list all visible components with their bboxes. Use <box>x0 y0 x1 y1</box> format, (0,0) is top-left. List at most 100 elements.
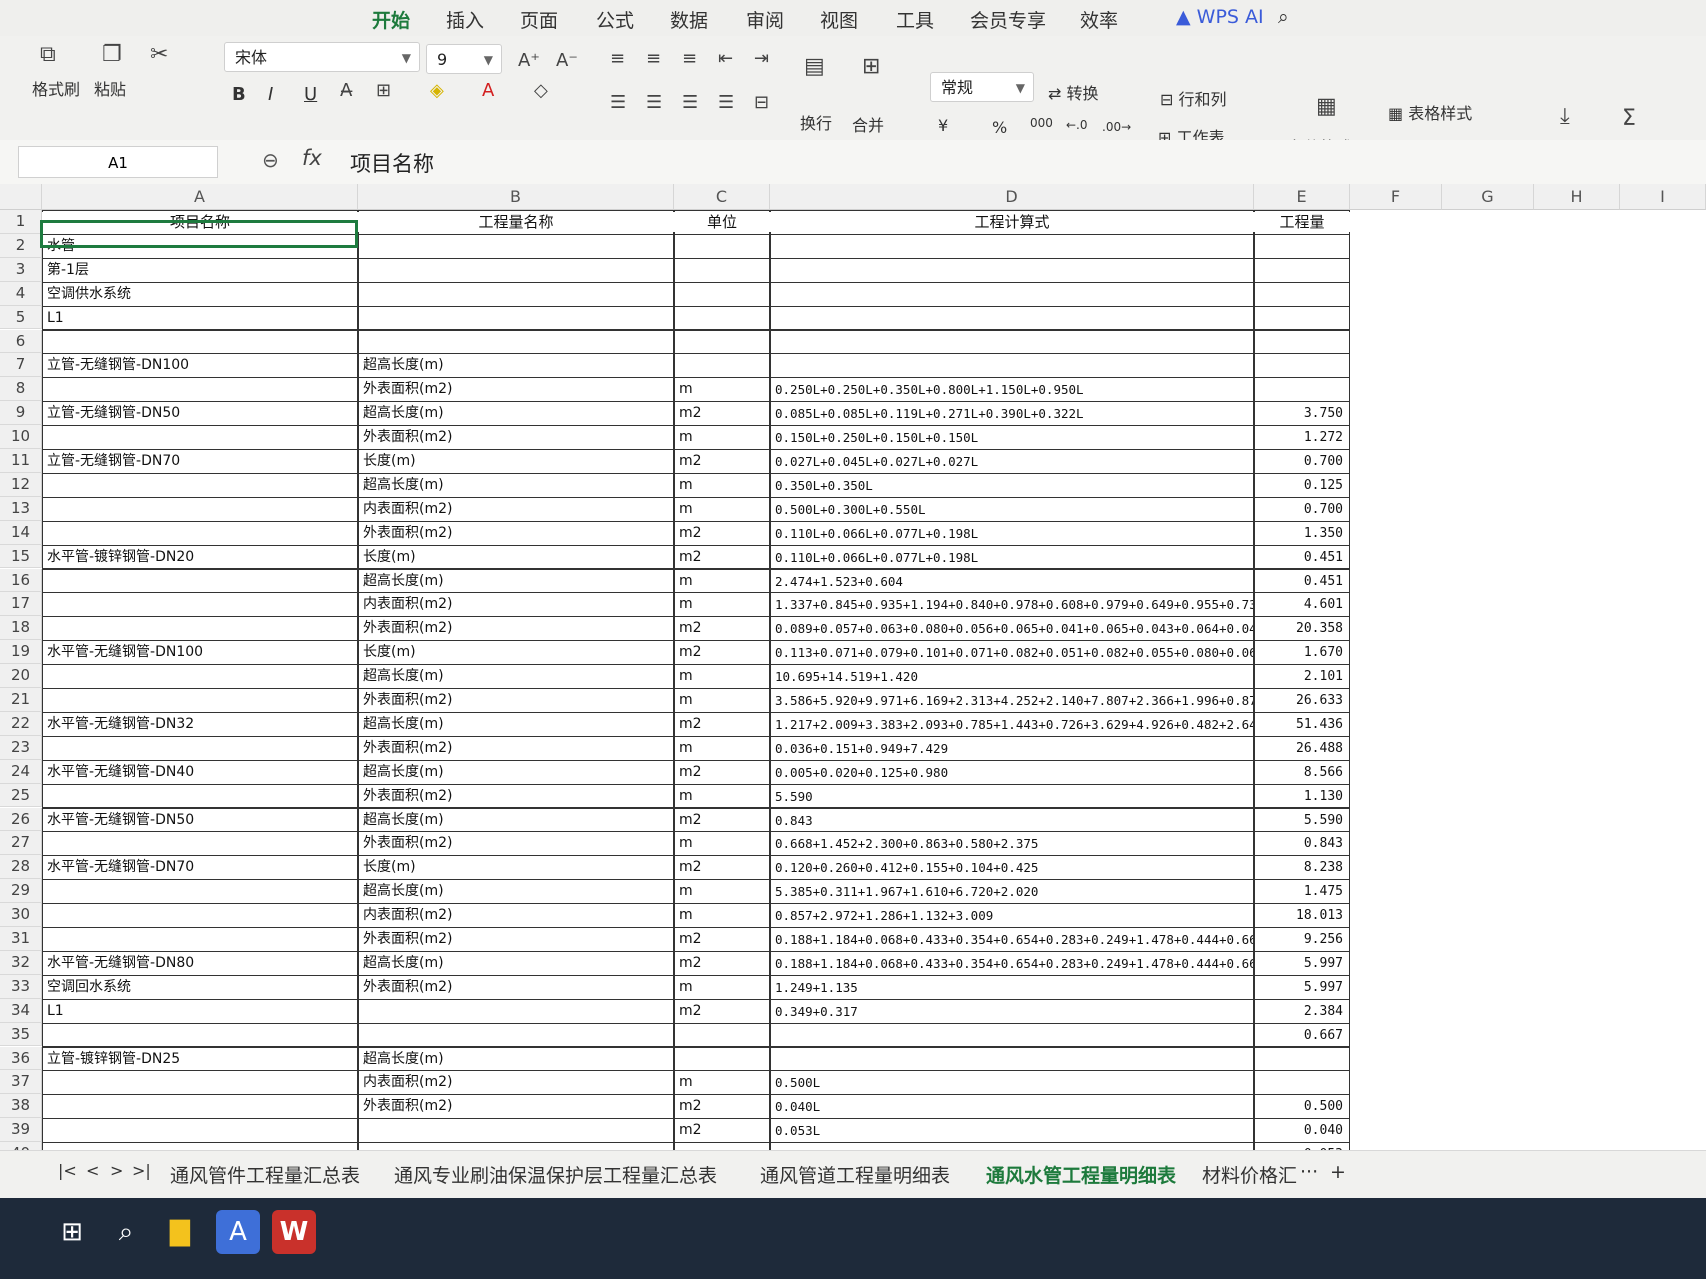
cell-quantity-name[interactable]: 超高长度(m) <box>358 759 674 785</box>
cell-unit[interactable]: m <box>674 496 770 522</box>
row-header[interactable]: 16 <box>0 568 42 593</box>
cell-formula[interactable]: 1.217+2.009+3.383+2.093+0.785+1.443+0.72… <box>770 711 1254 737</box>
tab-formula[interactable]: 公式 <box>596 6 634 33</box>
cell-project-name[interactable]: 水平管-无缝钢管-DN100 <box>42 640 358 666</box>
cell-unit[interactable]: m2 <box>674 807 770 833</box>
add-sheet-button[interactable]: + <box>1330 1161 1346 1183</box>
cell-unit[interactable]: m <box>674 1070 770 1096</box>
cell-formula[interactable]: 0.857+2.972+1.286+1.132+3.009 <box>770 903 1254 928</box>
cell-unit[interactable] <box>674 305 770 331</box>
cell-project-name[interactable] <box>42 568 358 594</box>
cell-formula[interactable] <box>770 1046 1254 1072</box>
cell-unit[interactable] <box>674 281 770 307</box>
row-header[interactable]: 31 <box>0 927 42 951</box>
cell-quantity-name[interactable]: 长度(m) <box>358 544 674 570</box>
row-header[interactable]: 23 <box>0 735 42 760</box>
cell-quantity-name[interactable] <box>358 233 674 259</box>
cell-quantity-name[interactable]: 外表面积(m2) <box>358 831 674 857</box>
row-header[interactable]: 36 <box>0 1046 42 1071</box>
align-right-icon[interactable]: ☰ <box>682 92 698 113</box>
cell-quantity[interactable]: 9.256 <box>1254 927 1350 952</box>
wps-icon[interactable]: W <box>272 1210 316 1254</box>
select-all-corner[interactable] <box>0 184 42 210</box>
cell-formula[interactable]: 5.590 <box>770 783 1254 809</box>
cell-unit[interactable] <box>674 233 770 259</box>
cell-formula[interactable]: 0.089+0.057+0.063+0.080+0.056+0.065+0.04… <box>770 616 1254 642</box>
percent-button[interactable]: % <box>992 118 1007 137</box>
indent-decrease-icon[interactable]: ⇤ <box>718 48 733 69</box>
next-sheet-button[interactable]: > <box>110 1161 123 1180</box>
cell-unit[interactable]: m <box>674 472 770 498</box>
row-header[interactable]: 20 <box>0 664 42 688</box>
cell-quantity-name[interactable]: 超高长度(m) <box>358 568 674 594</box>
cell-project-name[interactable]: 水平管-无缝钢管-DN50 <box>42 807 358 833</box>
align-bottom-icon[interactable]: ≡ <box>682 48 697 69</box>
cell-unit[interactable]: m2 <box>674 616 770 642</box>
cell-quantity[interactable] <box>1254 353 1350 379</box>
row-header[interactable]: 28 <box>0 855 42 880</box>
column-header[interactable]: D <box>770 184 1254 210</box>
cell-unit[interactable] <box>674 1022 770 1048</box>
row-header[interactable]: 14 <box>0 520 42 545</box>
decimal-decrease-icon[interactable]: .00→ <box>1102 120 1131 134</box>
cell-project-name[interactable]: 立管-无缝钢管-DN70 <box>42 449 358 474</box>
cell-quantity[interactable]: 0.040 <box>1254 1118 1350 1144</box>
cell-quantity-name[interactable] <box>358 1022 674 1048</box>
cell-project-name[interactable] <box>42 329 358 355</box>
cell-unit[interactable]: m <box>674 974 770 1000</box>
cell-quantity[interactable] <box>1254 233 1350 259</box>
cell-quantity[interactable]: 0.500 <box>1254 1094 1350 1120</box>
cell-quantity[interactable]: 2.101 <box>1254 664 1350 689</box>
column-header[interactable]: C <box>674 184 770 210</box>
cell-quantity-name[interactable]: 外表面积(m2) <box>358 616 674 642</box>
format-painter-button[interactable]: 格式刷 <box>32 76 80 100</box>
cell-quantity[interactable] <box>1254 329 1350 355</box>
cell-formula[interactable]: 0.110L+0.066L+0.077L+0.198L <box>770 520 1254 546</box>
row-header[interactable]: 17 <box>0 592 42 617</box>
wrap-icon[interactable]: ▤ <box>804 54 825 79</box>
bold-button[interactable]: B <box>232 84 246 105</box>
merge-icon[interactable]: ⊞ <box>862 54 880 79</box>
cell-project-name[interactable]: 水平管-无缝钢管-DN70 <box>42 855 358 881</box>
cell-unit[interactable]: m2 <box>674 855 770 881</box>
currency-button[interactable]: ¥ <box>938 116 948 135</box>
cell-project-name[interactable]: 水平管-镀锌钢管-DN20 <box>42 544 358 570</box>
decimal-increase-icon[interactable]: ←.0 <box>1066 118 1088 132</box>
cell-formula[interactable]: 0.027L+0.045L+0.027L+0.027L <box>770 449 1254 474</box>
cell-quantity[interactable]: 18.013 <box>1254 903 1350 928</box>
last-sheet-button[interactable]: >| <box>132 1161 151 1180</box>
cond-format-icon[interactable]: ▦ <box>1316 94 1337 119</box>
cell-project-name[interactable] <box>42 831 358 857</box>
cell-formula[interactable]: 10.695+14.519+1.420 <box>770 664 1254 689</box>
cell-quantity[interactable]: 20.358 <box>1254 616 1350 642</box>
cell-quantity-name[interactable]: 超高长度(m) <box>358 807 674 833</box>
cell-unit[interactable]: m2 <box>674 1118 770 1144</box>
cell-quantity[interactable]: 4.601 <box>1254 592 1350 618</box>
row-header[interactable]: 38 <box>0 1094 42 1119</box>
cell-formula[interactable]: 0.005+0.020+0.125+0.980 <box>770 759 1254 785</box>
row-header[interactable]: 24 <box>0 759 42 784</box>
cell-formula[interactable]: 0.150L+0.250L+0.150L+0.150L <box>770 425 1254 450</box>
thousands-button[interactable]: 000 <box>1030 116 1053 130</box>
cell-quantity-name[interactable]: 外表面积(m2) <box>358 783 674 809</box>
cell-unit[interactable]: m2 <box>674 998 770 1024</box>
column-header[interactable]: G <box>1442 184 1534 210</box>
column-header[interactable]: I <box>1620 184 1706 210</box>
row-header[interactable]: 32 <box>0 950 42 975</box>
sheet-tab[interactable]: 通风专业刷油保温保护层工程量汇总表 <box>394 1161 717 1188</box>
paste-button[interactable]: 粘贴 <box>94 76 126 100</box>
copy-icon[interactable]: ❐ <box>102 42 122 67</box>
cell-formula[interactable]: 0.110L+0.066L+0.077L+0.198L <box>770 544 1254 570</box>
tab-insert[interactable]: 插入 <box>446 6 484 33</box>
row-header[interactable]: 25 <box>0 783 42 808</box>
cell-formula[interactable]: 3.586+5.920+9.971+6.169+2.313+4.252+2.14… <box>770 688 1254 713</box>
cell-project-name[interactable]: 空调回水系统 <box>42 974 358 1000</box>
wrap-button[interactable]: 换行 <box>800 110 832 134</box>
cell-quantity-name[interactable]: 外表面积(m2) <box>358 520 674 546</box>
row-header[interactable]: 1 <box>0 210 42 234</box>
italic-button[interactable]: I <box>268 84 273 105</box>
clipboard-icon[interactable]: ⧉ <box>40 42 56 67</box>
cell-quantity-name[interactable]: 超高长度(m) <box>358 401 674 427</box>
cell-formula[interactable] <box>770 329 1254 355</box>
row-header[interactable]: 22 <box>0 711 42 736</box>
